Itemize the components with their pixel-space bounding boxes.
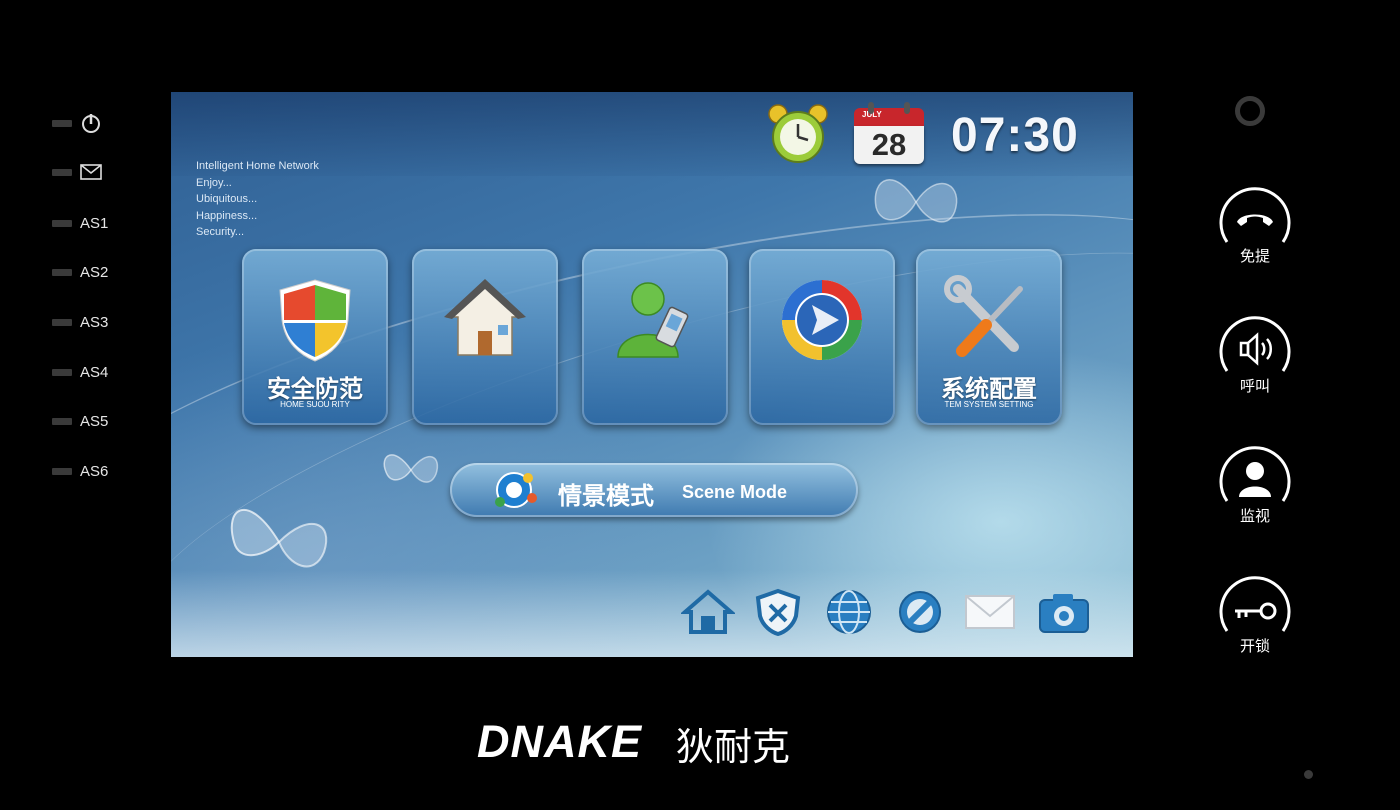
alarm-clock-icon[interactable] (765, 102, 831, 166)
indicator-label: AS2 (80, 264, 109, 281)
house-icon (444, 279, 526, 356)
tagline-line: Ubiquitous... (196, 193, 258, 205)
user-phone-icon (617, 282, 689, 358)
tile-title: 安全防范 (267, 376, 363, 403)
person-icon (1239, 462, 1271, 497)
indicator-as3: AS3 (52, 314, 108, 331)
indicator-as6: AS6 (52, 463, 108, 480)
indicator-power (52, 112, 102, 134)
indicator-label: AS1 (80, 215, 109, 232)
led (52, 418, 72, 425)
led (52, 369, 72, 376)
tile-system-settings[interactable]: 系统配置 TEM SYSTEM SETTING (916, 249, 1062, 425)
led (52, 119, 72, 127)
tile-communication[interactable] (582, 249, 728, 425)
led (52, 168, 72, 176)
indicator-as2: AS2 (52, 264, 108, 281)
tile-home[interactable] (412, 249, 558, 425)
security-x-icon[interactable] (751, 588, 805, 636)
camera-icon[interactable] (1037, 588, 1091, 636)
mail-icon (80, 164, 102, 180)
led (52, 220, 72, 227)
globe-icon[interactable] (822, 588, 876, 636)
clock-time: 07:30 (951, 109, 1079, 162)
calendar-ring (904, 102, 910, 114)
scene-mode-label-cn: 情景模式 (558, 483, 654, 510)
indicator-label: AS3 (80, 314, 109, 331)
butterfly-icon (383, 454, 439, 483)
indicator-as1: AS1 (52, 215, 108, 232)
key-icon (1235, 602, 1277, 620)
brand-logo-cn: 狄耐克 (676, 727, 791, 769)
tagline: Intelligent Home Network Enjoy... Ubiqui… (196, 158, 319, 241)
tile-title: 系统配置 (941, 376, 1037, 403)
power-icon (82, 114, 100, 133)
brand-logo: DNAKE (477, 716, 643, 767)
indicator-mail (52, 164, 102, 180)
shield-icon (279, 279, 351, 362)
tagline-line: Happiness... (196, 209, 258, 222)
indicator-as5: AS5 (52, 413, 108, 430)
scene-mode-label-en: Scene Mode (682, 482, 788, 502)
calendar-day: 28 (871, 127, 907, 162)
led (52, 269, 72, 276)
monitor-label: 监视 (1239, 508, 1270, 525)
handsfree-label: 免提 (1239, 248, 1270, 265)
indicator-label: AS4 (80, 364, 109, 381)
camera-lens (1235, 96, 1265, 126)
sensor-dot (1304, 770, 1313, 779)
play-icon (782, 280, 862, 360)
calendar-widget[interactable]: JULY 28 (854, 102, 924, 164)
tagline-line: Intelligent Home Network (196, 160, 319, 172)
unlock-label: 开锁 (1239, 638, 1270, 655)
scene-mode-button[interactable]: 情景模式 Scene Mode (450, 463, 858, 517)
tools-icon (944, 275, 1023, 357)
indicator-as4: AS4 (52, 364, 108, 381)
indicator-label: AS6 (80, 463, 109, 480)
led (52, 319, 72, 326)
forbidden-icon[interactable] (893, 588, 947, 636)
tile-subtitle: TEM SYSTEM SETTING (944, 400, 1034, 409)
home-icon[interactable] (681, 588, 735, 636)
handset-icon (1237, 214, 1273, 226)
tile-subtitle: HOME SUOU RITY (280, 400, 350, 409)
butterfly-icon (874, 179, 958, 223)
tile-home-security[interactable]: 安全防范 HOME SUOU RITY (242, 249, 388, 425)
speaker-icon (1239, 332, 1272, 366)
touch-screen: Intelligent Home Network Enjoy... Ubiqui… (171, 92, 1133, 657)
calendar-ring (868, 102, 874, 114)
tagline-line: Security... (196, 226, 245, 238)
led (52, 468, 72, 475)
envelope-icon[interactable] (963, 588, 1017, 636)
scene-mode-icon (495, 472, 537, 508)
tagline-line: Enjoy... (196, 176, 232, 189)
call-label: 呼叫 (1239, 378, 1270, 395)
indicator-label: AS5 (80, 413, 109, 430)
tile-multimedia[interactable] (749, 249, 895, 425)
